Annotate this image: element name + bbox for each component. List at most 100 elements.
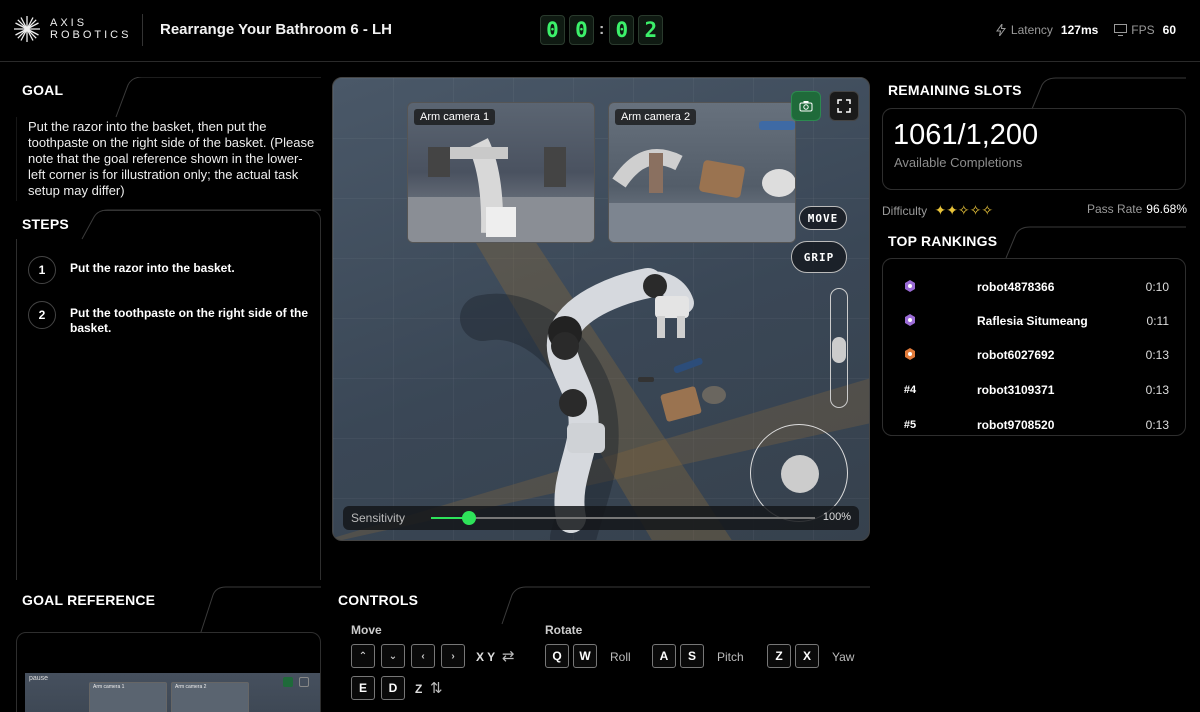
goal-reference-panel: pause Arm camera 1 Arm camera 2 (16, 632, 321, 712)
goal-reference-thumbnail[interactable]: pause Arm camera 1 Arm camera 2 (25, 673, 320, 712)
step-text: Put the razor into the basket. (70, 261, 235, 275)
sensitivity-bar: Sensitivity 100% (343, 506, 859, 530)
rank-name: robot3109371 (977, 383, 1055, 397)
xy-label: X Y (476, 650, 496, 664)
header-divider (142, 14, 143, 46)
roll-label: Roll (610, 650, 631, 664)
difficulty-label: Difficulty (882, 204, 928, 218)
grip-button[interactable]: GRIP (791, 241, 847, 273)
top-rankings-title: TOP RANKINGS (888, 233, 998, 249)
fullscreen-icon (837, 99, 851, 113)
move-controls-label: Move (351, 623, 382, 637)
sensitivity-knob[interactable] (462, 511, 476, 525)
rank-time: 0:11 (1146, 314, 1169, 328)
timer-digit: 0 (569, 15, 594, 45)
rank-1-badge-icon (901, 279, 919, 296)
simulation-viewport[interactable]: Arm camera 1 Arm camera 2 MOVE GRIP Sens… (332, 77, 870, 541)
key-s[interactable]: S (680, 644, 704, 668)
pass-rate-label: Pass Rate (1086, 202, 1143, 216)
fps-label: FPS (1131, 23, 1155, 37)
rank-badge: #5 (903, 419, 917, 431)
thumb-fullscreen-icon (299, 677, 309, 687)
difficulty-row: Difficulty ✦✦✧✧✧ Pass Rate 96.68% (882, 202, 1187, 219)
thumb-camera-icon (283, 677, 293, 687)
axis-logo-icon (14, 16, 40, 42)
ranking-row: robot6027692 0:13 (883, 345, 1187, 365)
step-item: 1 Put the razor into the basket. (28, 256, 308, 284)
yaw-label: Yaw (832, 650, 855, 664)
key-arrow-up[interactable]: ⌃ (351, 644, 375, 668)
sensitivity-value: 100% (822, 511, 851, 523)
arm-camera-1-feed[interactable]: Arm camera 1 (407, 102, 595, 243)
key-d[interactable]: D (381, 676, 405, 700)
logo: AXIS ROBOTICS (12, 14, 131, 44)
thumb-pause-label: pause (29, 675, 49, 682)
steps-title: STEPS (22, 216, 69, 232)
rank-time: 0:13 (1145, 348, 1169, 362)
sensitivity-label: Sensitivity (351, 511, 406, 525)
timer-colon: : (599, 21, 605, 38)
timer-digit: 0 (609, 15, 635, 45)
z-label: Z (415, 682, 423, 696)
pitch-label: Pitch (717, 650, 744, 664)
latency-stat: Latency 127ms (995, 23, 1098, 37)
arm-camera-2-feed[interactable]: Arm camera 2 (608, 102, 796, 243)
key-z[interactable]: Z (767, 644, 791, 668)
controls-title: CONTROLS (338, 592, 419, 608)
step-item: 2 Put the toothpaste on the right side o… (28, 301, 308, 336)
camera-icon (799, 101, 813, 112)
camera-1-label: Arm camera 1 (414, 109, 496, 125)
goal-title: GOAL (22, 82, 64, 98)
latency-value: 127ms (1060, 23, 1099, 37)
step-number: 1 (28, 256, 56, 284)
height-slider[interactable] (830, 288, 848, 408)
difficulty-stars: ✦✦✧✧✧ (934, 202, 994, 218)
thumb-camera-2: Arm camera 2 (171, 682, 249, 712)
latency-label: Latency (1010, 23, 1053, 37)
ranking-row: robot4878366 0:10 (883, 277, 1187, 297)
monitor-icon (1114, 24, 1128, 36)
ranking-row: #5 robot9708520 0:13 (883, 415, 1187, 435)
key-a[interactable]: A (652, 644, 676, 668)
goal-description: Put the razor into the basket, then put … (28, 119, 315, 198)
key-e[interactable]: E (351, 676, 375, 700)
step-number: 2 (28, 301, 56, 329)
rank-time: 0:13 (1145, 418, 1169, 432)
z-updown-icon: ⇅ (430, 680, 443, 697)
remaining-slots-title: REMAINING SLOTS (888, 82, 1022, 98)
top-bar: AXIS ROBOTICS Rearrange Your Bathroom 6 … (0, 0, 1200, 62)
screenshot-button[interactable] (791, 91, 821, 121)
fullscreen-button[interactable] (829, 91, 859, 121)
rank-time: 0:10 (1145, 280, 1169, 294)
move-mode-button[interactable]: MOVE (799, 206, 847, 230)
goal-reference-title: GOAL REFERENCE (22, 592, 156, 608)
timer: 0 0 : 0 2 (540, 15, 664, 45)
key-arrow-right[interactable]: › (441, 644, 465, 668)
camera-2-label: Arm camera 2 (615, 109, 697, 125)
timer-digit: 2 (638, 15, 664, 45)
rank-name: Raflesia Situmeang (977, 314, 1088, 328)
thumb-camera-2-label: Arm camera 2 (175, 684, 207, 690)
key-x[interactable]: X (795, 644, 819, 668)
rank-name: robot6027692 (977, 348, 1055, 362)
slots-subtitle: Available Completions (894, 155, 1023, 170)
key-arrow-down[interactable]: ⌄ (381, 644, 405, 668)
rank-name: robot9708520 (977, 418, 1055, 432)
height-slider-knob[interactable] (832, 337, 846, 363)
thumb-camera-1-label: Arm camera 1 (93, 684, 125, 690)
key-w[interactable]: W (573, 644, 597, 668)
rankings-list: robot4878366 0:10 Raflesia Situmeang 0:1… (882, 258, 1186, 436)
lightning-icon (995, 24, 1006, 36)
rank-time: 0:13 (1145, 383, 1169, 397)
rank-name: robot4878366 (977, 280, 1055, 294)
joystick-knob[interactable] (781, 455, 819, 493)
key-q[interactable]: Q (545, 644, 569, 668)
step-text: Put the toothpaste on the right side of … (70, 306, 308, 335)
xy-swap-icon: ⇄ (502, 648, 515, 665)
fps-value: 60 (1162, 23, 1176, 37)
key-arrow-left[interactable]: ‹ (411, 644, 435, 668)
sensitivity-slider[interactable] (431, 511, 815, 525)
connection-stats: Latency 127ms FPS 60 (995, 23, 1176, 37)
slots-count: 1061/1,200 (893, 119, 1039, 151)
rank-2-badge-icon (901, 313, 919, 330)
